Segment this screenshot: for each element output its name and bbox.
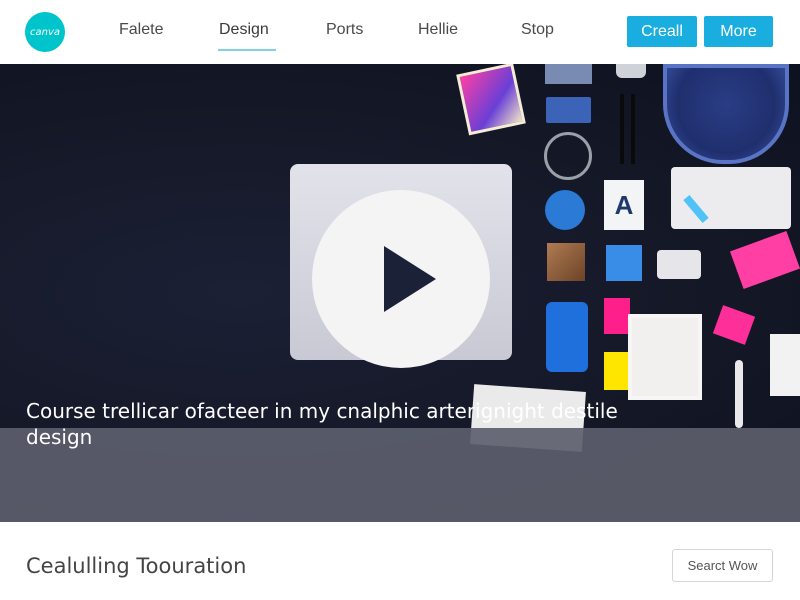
more-button[interactable]: More [704, 16, 773, 47]
section-title: Cealulling Toouration [26, 554, 247, 578]
hero-caption: Course trellicar ofacteer in my cnalphic… [26, 399, 618, 449]
hero-video[interactable]: A [0, 64, 800, 522]
logo-text: canva [29, 26, 60, 38]
ring-decoration [544, 132, 592, 180]
search-now-button-label: Searct Wow [687, 558, 758, 573]
logo[interactable]: canva [25, 12, 65, 52]
yellow-note-decoration [604, 352, 630, 390]
notebook-decoration [770, 334, 800, 396]
nav-item-falete[interactable]: Falete [119, 21, 163, 39]
pink-block-decoration [712, 305, 756, 345]
photo-tile-decoration [547, 243, 585, 281]
search-now-button[interactable]: Searct Wow [672, 549, 773, 582]
pen-decoration [631, 94, 635, 164]
top-nav-bar: canva Falete Design Ports Hellie Stop Cr… [0, 0, 800, 64]
nav-item-hellie[interactable]: Hellie [418, 21, 458, 39]
nav-item-design[interactable]: Design [219, 21, 269, 39]
badge-decoration [545, 190, 585, 230]
active-nav-indicator [218, 49, 276, 51]
letter-card-decoration: A [604, 180, 644, 230]
play-icon [384, 246, 436, 312]
photo-card-decoration [456, 64, 526, 136]
pen-decoration [620, 94, 624, 164]
pink-block-decoration [729, 230, 800, 290]
card-decoration [606, 245, 642, 281]
photo-frame-decoration [628, 314, 702, 400]
card-decoration [546, 97, 591, 123]
bowl-decoration [663, 64, 789, 164]
more-button-label: More [720, 22, 757, 40]
pencil-decoration [735, 360, 743, 428]
nav-item-ports[interactable]: Ports [326, 21, 363, 39]
clip-decoration [616, 64, 646, 78]
nav-item-stop[interactable]: Stop [521, 21, 554, 39]
create-button-label: Creall [641, 22, 683, 40]
card-decoration [545, 64, 592, 84]
pink-note-decoration [604, 298, 630, 334]
create-button[interactable]: Creall [627, 16, 697, 47]
device-decoration [657, 250, 701, 279]
phone-decoration [546, 302, 588, 372]
